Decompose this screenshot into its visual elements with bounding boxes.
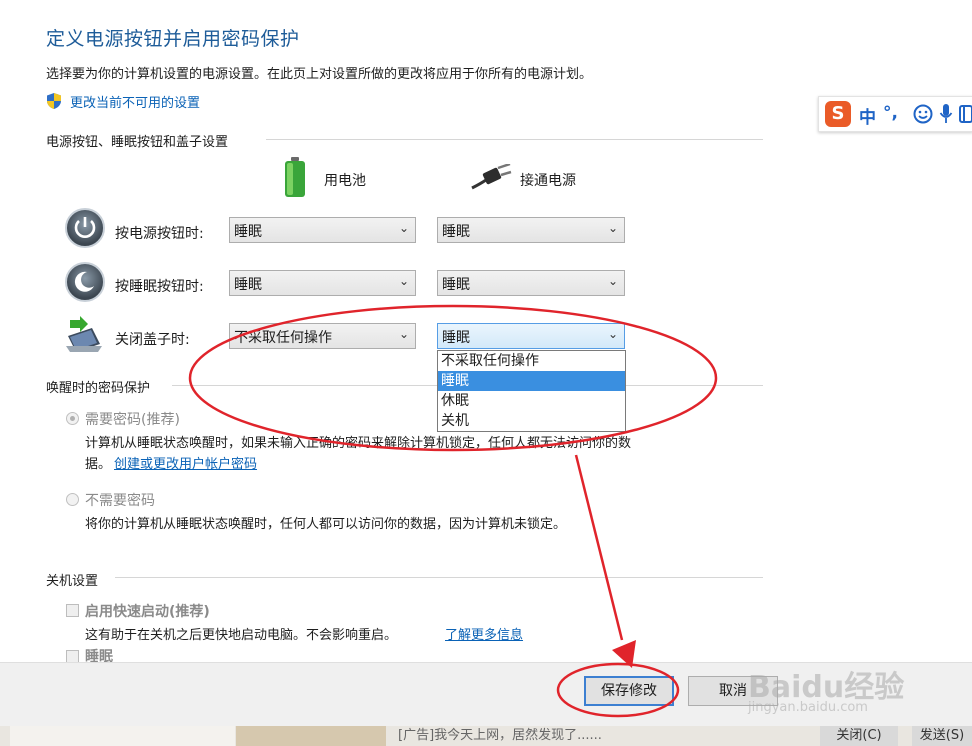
save-button[interactable]: 保存修改 [584,676,674,706]
dropdown-option[interactable]: 休眠 [438,391,625,411]
section-divider [626,385,763,386]
column-header-plugged-in: 接通电源 [520,173,576,189]
section-divider [115,577,763,578]
select-value: 睡眠 [442,330,470,346]
section-divider [266,139,763,140]
taskbar: [广告]我今天上网，居然发现了...... 关闭(C) 发送(S) [0,726,972,746]
sleep-button-battery-select[interactable]: 睡眠 ⌄ [229,270,416,296]
toolbox-icon[interactable] [959,105,972,123]
require-password-description-cont: 据。 [85,457,112,472]
laptop-lid-icon [66,316,102,352]
dropdown-option[interactable]: 不采取任何操作 [438,351,625,371]
chevron-down-icon: ⌄ [607,221,618,235]
chevron-down-icon: ⌄ [607,327,618,341]
dropdown-option-selected[interactable]: 睡眠 [438,371,625,391]
change-unavailable-settings-link[interactable]: 更改当前不可用的设置 [70,92,200,111]
ime-mode-toggle[interactable]: 中 [859,103,876,128]
power-plug-icon [471,164,512,190]
section-label-power-buttons: 电源按钮、睡眠按钮和盖子设置 [46,135,229,150]
section-label-shutdown: 关机设置 [46,574,99,589]
power-button-battery-select[interactable]: 睡眠 ⌄ [229,217,416,243]
microphone-icon[interactable] [939,103,953,125]
power-button-label: 按电源按钮时: [115,226,204,242]
require-password-description: 计算机从睡眠状态唤醒时，如果未输入正确的密码来解除计算机锁定，任何人都无法访问你… [85,436,632,451]
uac-shield-icon [47,93,61,109]
lid-close-plugged-select[interactable]: 睡眠 ⌄ [437,323,625,349]
page-description: 选择要为你的计算机设置的电源设置。在此页上对设置所做的更改将应用于你所有的电源计… [46,67,593,82]
require-password-radio[interactable] [66,412,79,425]
ime-toolbar[interactable]: S 中 °, [818,96,972,132]
lid-close-label: 关闭盖子时: [115,332,190,348]
create-password-link[interactable]: 创建或更改用户帐户密码 [114,453,257,472]
chevron-down-icon: ⌄ [398,274,409,288]
lid-close-battery-select[interactable]: 不采取任何操作 ⌄ [229,323,416,349]
column-header-battery: 用电池 [324,173,366,189]
chevron-down-icon: ⌄ [398,327,409,341]
learn-more-link[interactable]: 了解更多信息 [445,624,523,643]
sogou-logo-icon[interactable]: S [825,101,851,127]
fast-startup-description: 这有助于在关机之后更快地启动电脑。不会影响重启。 [85,628,398,643]
require-password-label: 需要密码(推荐) [85,412,180,428]
dropdown-option[interactable]: 关机 [438,411,625,431]
power-button-plugged-select[interactable]: 睡眠 ⌄ [437,217,625,243]
select-value: 睡眠 [234,224,262,240]
chevron-down-icon: ⌄ [398,221,409,235]
ime-punctuation-toggle[interactable]: °, [883,103,898,123]
battery-icon [285,157,305,197]
lid-close-plugged-dropdown[interactable]: 不采取任何操作 睡眠 休眠 关机 [437,350,626,432]
taskbar-segment [10,726,235,746]
smiley-icon[interactable] [913,104,933,124]
select-value: 不采取任何操作 [234,330,332,346]
send-button[interactable]: 发送(S) [912,726,972,746]
sleep-button-icon [65,262,105,302]
select-value: 睡眠 [442,277,470,293]
no-password-description: 将你的计算机从睡眠状态唤醒时，任何人都可以访问你的数据，因为计算机未锁定。 [85,517,567,532]
page-title: 定义电源按钮并启用密码保护 [46,28,300,50]
sleep-button-plugged-select[interactable]: 睡眠 ⌄ [437,270,625,296]
fast-startup-checkbox[interactable] [66,604,79,617]
section-label-wake-password: 唤醒时的密码保护 [46,381,151,396]
taskbar-image-strip [236,726,386,746]
select-value: 睡眠 [442,224,470,240]
chevron-down-icon: ⌄ [607,274,618,288]
no-password-label: 不需要密码 [85,493,155,509]
power-button-icon [65,208,105,248]
ad-text[interactable]: [广告]我今天上网，居然发现了...... [398,726,718,746]
no-password-radio[interactable] [66,493,79,506]
section-divider [172,385,437,386]
sleep-button-label: 按睡眠按钮时: [115,279,204,295]
fast-startup-label: 启用快速启动(推荐) [85,604,210,620]
annotation-arrow-shaft [574,454,624,641]
select-value: 睡眠 [234,277,262,293]
close-chat-button[interactable]: 关闭(C) [820,726,898,746]
watermark-url: jingyan.baidu.com [748,700,868,715]
